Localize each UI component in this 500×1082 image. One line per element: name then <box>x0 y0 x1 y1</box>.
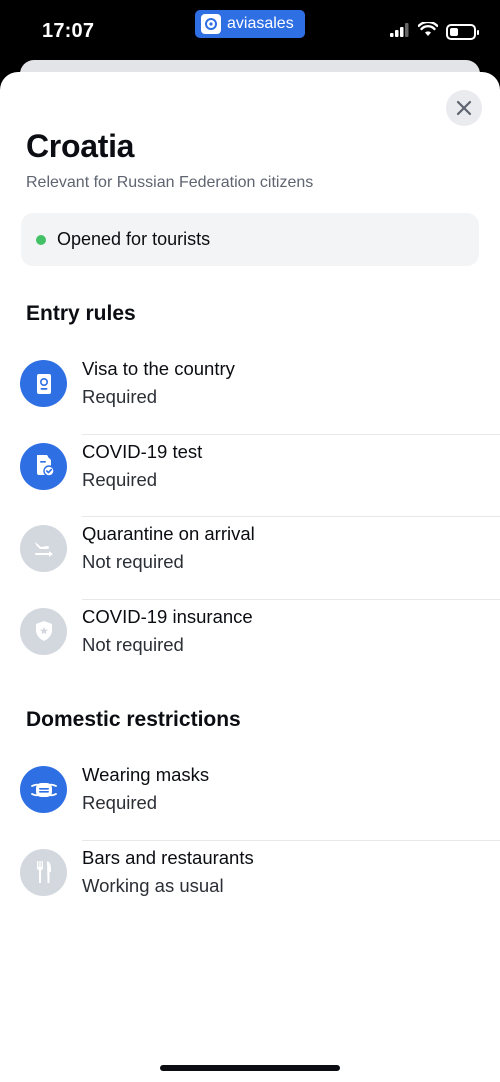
status-icons <box>390 20 479 42</box>
list-item[interactable]: COVID-19 insurance Not required <box>0 600 500 683</box>
document-check-icon <box>20 442 67 490</box>
shield-star-icon <box>20 607 67 655</box>
list-item[interactable]: Quarantine on arrival Not required <box>0 517 500 600</box>
passport-icon <box>20 360 67 407</box>
return-to-app-pill[interactable]: aviasales <box>195 10 305 38</box>
close-icon <box>456 100 472 116</box>
aviasales-logo-icon <box>201 14 221 34</box>
restriction-title: Bars and restaurants <box>82 846 254 868</box>
rule-title: Quarantine on arrival <box>82 523 255 544</box>
battery-icon <box>446 24 479 40</box>
page-subtitle: Relevant for Russian Federation citizens <box>26 174 314 191</box>
restriction-value: Working as usual <box>82 874 224 896</box>
fork-knife-icon <box>20 848 67 896</box>
wifi-icon <box>417 20 439 42</box>
mask-icon <box>20 766 67 813</box>
status-time: 17:07 <box>42 20 95 42</box>
rule-value: Not required <box>82 551 184 572</box>
list-item[interactable]: Wearing masks Required <box>0 758 500 841</box>
entry-rules-heading: Entry rules <box>26 302 136 325</box>
tourist-status-card: Opened for tourists <box>21 213 479 266</box>
rule-value: Required <box>82 386 158 407</box>
list-item[interactable]: Visa to the country Required <box>0 352 500 435</box>
home-indicator[interactable] <box>160 1065 340 1071</box>
rule-value: Required <box>82 468 158 490</box>
signal-icon <box>390 22 410 42</box>
screen: 17:07 aviasales Croatia Relevant for Rus… <box>0 0 500 1082</box>
restriction-title: Wearing masks <box>82 764 210 785</box>
restriction-value: Required <box>82 792 158 813</box>
country-rules-sheet: Croatia Relevant for Russian Federation … <box>0 72 500 1082</box>
status-dot <box>36 234 46 245</box>
status-bar: 17:07 aviasales <box>0 0 500 62</box>
rule-value: Not required <box>82 633 184 655</box>
plane-arrival-icon <box>20 525 67 572</box>
list-item[interactable]: COVID-19 test Required <box>0 435 500 517</box>
close-button[interactable] <box>446 90 482 126</box>
rule-title: Visa to the country <box>82 358 235 379</box>
rule-title: COVID-19 insurance <box>82 605 253 627</box>
domestic-restrictions-list: Wearing masks Required Bars and restaura… <box>0 758 500 923</box>
rule-title: COVID-19 test <box>82 440 203 462</box>
app-name: aviasales <box>227 15 294 32</box>
domestic-restrictions-heading: Domestic restrictions <box>26 708 241 731</box>
entry-rules-list: Visa to the country Required COVID-19 te… <box>0 352 500 682</box>
status-text: Opened for tourists <box>57 229 211 249</box>
list-item[interactable]: Bars and restaurants Working as usual <box>0 841 500 924</box>
page-title: Croatia <box>26 128 135 164</box>
